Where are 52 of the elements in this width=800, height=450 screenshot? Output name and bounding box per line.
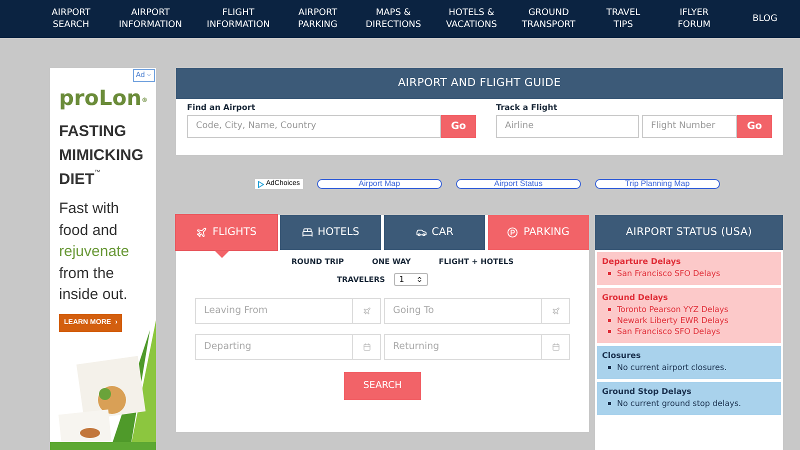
booking-field[interactable]: Returning bbox=[384, 334, 542, 360]
field-label: Find an Airport bbox=[187, 102, 256, 114]
stepper-icon bbox=[416, 276, 424, 284]
plane-icon bbox=[196, 227, 208, 238]
bullet-icon bbox=[608, 330, 611, 333]
ad-body-text: Fast with food and rejuvenate from the inside out. bbox=[59, 199, 130, 305]
chevron-icon bbox=[146, 72, 152, 78]
airline-field[interactable]: Airline bbox=[496, 115, 639, 138]
guide-header: AIRPORT AND FLIGHT GUIDE bbox=[176, 68, 783, 99]
flight-number-field[interactable]: Flight Number bbox=[642, 115, 737, 138]
nav-link[interactable]: FLIGHT INFORMATION bbox=[206, 7, 270, 31]
bullet-icon bbox=[608, 402, 611, 405]
section-heading: Closures bbox=[602, 350, 642, 362]
bullet-icon bbox=[608, 319, 611, 322]
status-header: AIRPORT STATUS (USA) bbox=[595, 215, 783, 250]
field-label: Track a Flight bbox=[496, 102, 558, 114]
nav-link[interactable]: IFLYER FORUM bbox=[671, 7, 718, 31]
plane-icon bbox=[552, 307, 560, 316]
nav-link[interactable]: TRAVEL TIPS bbox=[600, 7, 646, 31]
bullet-icon bbox=[608, 366, 611, 369]
booking-tab[interactable]: CAR bbox=[384, 215, 485, 250]
calendar-icon bbox=[362, 343, 370, 352]
section-heading: Ground Delays bbox=[602, 292, 669, 304]
nav-link[interactable]: HOTELS & VACATIONS bbox=[446, 7, 497, 31]
map-link[interactable]: Airport Status bbox=[456, 179, 581, 189]
plane-icon bbox=[362, 307, 370, 316]
booking-field[interactable]: Going To bbox=[384, 298, 542, 324]
section-heading: Ground Stop Delays bbox=[602, 386, 692, 398]
car-icon bbox=[416, 227, 427, 238]
nav-link[interactable]: BLOG bbox=[742, 13, 788, 25]
booking-field[interactable]: Leaving From bbox=[195, 298, 353, 324]
booking-tab[interactable]: HOTELS bbox=[280, 215, 381, 250]
nav-link[interactable]: AIRPORT INFORMATION bbox=[118, 7, 182, 31]
bullet-icon bbox=[608, 272, 611, 275]
nav-link[interactable]: AIRPORT PARKING bbox=[294, 7, 341, 31]
airport-search-field[interactable]: Code, City, Name, Country bbox=[187, 115, 441, 138]
bed-icon bbox=[302, 227, 313, 238]
calendar-icon bbox=[552, 343, 560, 352]
nav-link[interactable]: AIRPORT SEARCH bbox=[48, 7, 94, 31]
map-link[interactable]: Airport Map bbox=[316, 179, 442, 189]
nav-link[interactable]: GROUND TRANSPORT bbox=[522, 7, 576, 31]
play-icon bbox=[258, 180, 264, 188]
booking-field[interactable]: Departing bbox=[195, 334, 353, 360]
map-link[interactable]: Trip Planning Map bbox=[594, 179, 720, 189]
nav-link[interactable]: MAPS & DIRECTIONS bbox=[366, 7, 422, 31]
section-heading: Departure Delays bbox=[602, 256, 682, 268]
status-message: No current airport closures. bbox=[617, 362, 727, 373]
parking-icon bbox=[507, 227, 518, 238]
travelers-select[interactable]: 1 bbox=[394, 273, 428, 286]
bullet-icon bbox=[608, 308, 611, 311]
brand-logo: proLon$^{®}$ bbox=[59, 86, 147, 110]
status-message: No current ground stop delays. bbox=[617, 398, 742, 409]
